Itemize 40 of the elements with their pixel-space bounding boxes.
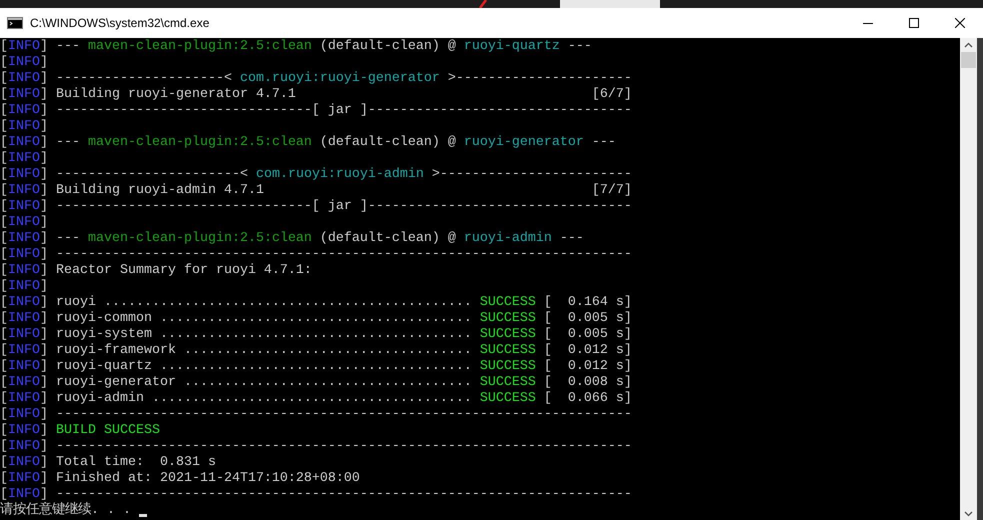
console-line: [INFO] ruoyi-quartz ....................................... SUCCESS [ 0.012 s] bbox=[0, 359, 633, 375]
console-line: [INFO] --------------------------------[ jar ]--------------------------------- bbox=[0, 103, 633, 119]
console-line: [INFO] ruoyi-framework .................................... SUCCESS [ 0.012 s] bbox=[0, 343, 633, 359]
console-prompt: 请按任意键继续. . . bbox=[0, 503, 132, 519]
console-line: [INFO] bbox=[0, 119, 49, 135]
text-cursor bbox=[139, 514, 147, 517]
console-line: [INFO] ruoyi .............................................. SUCCESS [ 0.164 s] bbox=[0, 295, 633, 311]
console-line: [INFO] ruoyi-admin ........................................ SUCCESS [ 0.066 s] bbox=[0, 391, 633, 407]
console-line: [INFO] BUILD SUCCESS bbox=[0, 423, 161, 439]
console-line: [INFO] --- maven-clean-plugin:2.5:clean (default-clean) @ ruoyi-admin --- bbox=[0, 231, 585, 247]
console-line: [INFO] ------------------------------------------------------------------------ bbox=[0, 247, 633, 263]
console-line: [INFO] bbox=[0, 279, 49, 295]
console-line: [INFO] -----------------------< com.ruoyi:ruoyi-admin >------------------------ bbox=[0, 167, 633, 183]
console-line: [INFO] ------------------------------------------------------------------------ bbox=[0, 407, 633, 423]
console-line: [INFO] bbox=[0, 215, 49, 231]
scroll-up-icon[interactable] bbox=[964, 42, 973, 48]
console-line: [INFO] Reactor Summary for ruoyi 4.7.1: bbox=[0, 263, 313, 279]
console-line: [INFO] bbox=[0, 55, 49, 71]
maximize-icon[interactable] bbox=[909, 18, 919, 28]
slash-icon bbox=[478, 0, 488, 8]
scrollbar-thumb[interactable] bbox=[961, 52, 976, 68]
console-line: [INFO] Building ruoyi-admin 4.7.1 [7/7] bbox=[0, 183, 633, 199]
console-line: [INFO] --- maven-clean-plugin:2.5:clean (default-clean) @ ruoyi-generator --- bbox=[0, 135, 617, 151]
console-line: [INFO] ruoyi-common ....................................... SUCCESS [ 0.005 s] bbox=[0, 311, 633, 327]
console-line: [INFO] ---------------------< com.ruoyi:ruoyi-generator >---------------------- bbox=[0, 71, 633, 87]
console-line: [INFO] ruoyi-system ....................................... SUCCESS [ 0.005 s] bbox=[0, 327, 633, 343]
console-line: [INFO] ------------------------------------------------------------------------ bbox=[0, 439, 633, 455]
window-title: C:\WINDOWS\system32\cmd.exe bbox=[30, 16, 210, 30]
console-icon bbox=[7, 17, 23, 29]
scroll-down-icon[interactable] bbox=[964, 511, 973, 517]
scrollbar[interactable] bbox=[960, 38, 977, 520]
console-line: [INFO] bbox=[0, 151, 49, 167]
console-line: [INFO] --- maven-clean-plugin:2.5:clean (default-clean) @ ruoyi-quartz --- bbox=[0, 39, 593, 55]
console-line: [INFO] Total time: 0.831 s bbox=[0, 455, 217, 471]
close-icon[interactable] bbox=[955, 18, 965, 28]
console-line: [INFO] Building ruoyi-generator 4.7.1 [6/7] bbox=[0, 87, 633, 103]
console-line: [INFO] ------------------------------------------------------------------------ bbox=[0, 487, 633, 502]
console-line: [INFO] --------------------------------[ jar ]--------------------------------- bbox=[0, 199, 633, 215]
console-line: [INFO] ruoyi-generator .................................... SUCCESS [ 0.008 s] bbox=[0, 375, 633, 391]
console-line: [INFO] Finished at: 2021-11-24T17:10:28+08:00 bbox=[0, 471, 361, 487]
